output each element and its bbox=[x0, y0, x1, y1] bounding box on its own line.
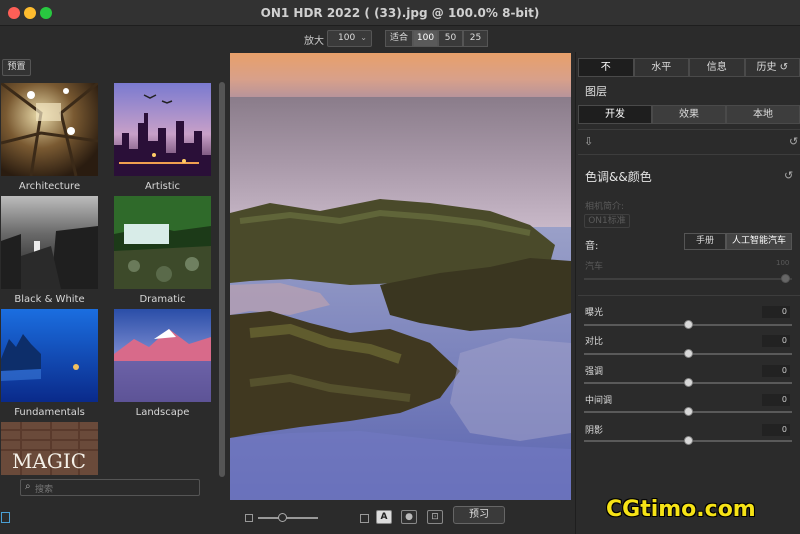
zoom-50-button[interactable]: 50 bbox=[438, 30, 463, 47]
auto-label: 汽车 bbox=[585, 262, 604, 272]
camera-profile-select[interactable]: ON1标准 bbox=[584, 214, 630, 228]
tab-local[interactable]: 本地 bbox=[726, 105, 800, 124]
zoom-out-icon[interactable] bbox=[245, 514, 253, 522]
midtones-label: 中间调 bbox=[585, 396, 613, 406]
magic-thumb-text: MAGIC bbox=[12, 449, 86, 473]
shadows-value[interactable]: 0 bbox=[762, 424, 790, 436]
preset-thumb-artistic[interactable] bbox=[114, 83, 211, 176]
auto-slider-track[interactable] bbox=[584, 278, 792, 280]
tab-level[interactable]: 水平 bbox=[633, 58, 689, 77]
tab-history[interactable]: 历史 ↺ bbox=[744, 58, 800, 77]
search-icon: ⌕ bbox=[25, 481, 31, 492]
tab-history-label: 历史 bbox=[756, 62, 777, 73]
tab-effects[interactable]: 效果 bbox=[652, 105, 726, 124]
preset-thumb-black-white[interactable] bbox=[1, 196, 98, 289]
zoom-25-button[interactable]: 25 bbox=[463, 30, 488, 47]
preset-thumb-magic[interactable]: MAGIC bbox=[1, 422, 98, 475]
manual-button[interactable]: 手册 bbox=[684, 233, 726, 250]
main-photo[interactable] bbox=[230, 53, 571, 500]
zoom-in-icon[interactable] bbox=[360, 514, 369, 523]
preset-thumb-landscape[interactable] bbox=[114, 309, 211, 402]
zoom-100-button[interactable]: 100 bbox=[413, 30, 438, 47]
section-reset-icon[interactable]: ↺ bbox=[784, 169, 793, 182]
preset-label: Fundamentals bbox=[14, 407, 85, 418]
zoom-select[interactable]: 100 ⌄ bbox=[327, 30, 372, 47]
search-placeholder: 搜索 bbox=[35, 485, 54, 495]
title-bar: ON1 HDR 2022 ( (33).jpg @ 100.0% 8-bit) bbox=[0, 0, 800, 26]
adjust-panel: 不 水平 信息 历史 ↺ 图层 开发 效果 本地 ⇩ ↺ 色调&&颜色 ↺ 相机… bbox=[575, 52, 800, 534]
text-overlay-button[interactable]: A bbox=[376, 510, 392, 524]
preset-label: Artistic bbox=[144, 181, 181, 192]
tab-info[interactable]: 信息 bbox=[689, 58, 745, 77]
chevron-down-icon: ⌄ bbox=[360, 33, 367, 42]
exposure-label: 曝光 bbox=[585, 308, 604, 318]
divider bbox=[578, 295, 800, 296]
preset-label: Architecture bbox=[18, 181, 81, 192]
compare-button[interactable]: ⊡ bbox=[427, 510, 443, 524]
exposure-slider-knob[interactable] bbox=[684, 320, 693, 329]
compare-icon: ⊡ bbox=[431, 512, 439, 522]
preset-panel: 预置 Architecture Artistic Black & White D… bbox=[0, 52, 228, 534]
reset-icon[interactable]: ↺ bbox=[789, 135, 798, 148]
tone-label: 音: bbox=[585, 241, 599, 252]
ai-auto-button[interactable]: 人工智能汽车 bbox=[726, 233, 792, 250]
develop-tabs: 开发 效果 本地 bbox=[578, 105, 800, 124]
presets-button[interactable]: 预置 bbox=[2, 59, 31, 76]
fit-button[interactable]: 适合 bbox=[385, 30, 413, 47]
auto-slider-knob[interactable] bbox=[781, 274, 790, 283]
divider bbox=[578, 154, 800, 155]
shadows-slider-knob[interactable] bbox=[684, 436, 693, 445]
mask-view-button[interactable]: ● bbox=[401, 510, 417, 524]
preset-label: Landscape bbox=[135, 407, 190, 418]
preset-search-input[interactable]: ⌕ 搜索 bbox=[20, 479, 200, 496]
zoom-label: 放大 bbox=[304, 36, 324, 47]
midtones-value[interactable]: 0 bbox=[762, 394, 790, 406]
watermark-text: CGtimo.com bbox=[606, 497, 756, 522]
zoom-value: 100 bbox=[338, 33, 356, 43]
layers-title: 图层 bbox=[585, 85, 607, 98]
zoom-slider-knob[interactable] bbox=[278, 513, 287, 522]
tab-none[interactable]: 不 bbox=[578, 58, 634, 77]
preset-label: Black & White bbox=[14, 294, 85, 305]
fit-group: 适合 100 50 25 bbox=[385, 30, 488, 47]
divider bbox=[578, 129, 800, 130]
shadows-label: 阴影 bbox=[585, 426, 604, 436]
circle-icon: ● bbox=[405, 512, 413, 522]
import-icon[interactable]: ⇩ bbox=[584, 135, 593, 148]
exposure-value[interactable]: 0 bbox=[762, 306, 790, 318]
panel-tabs: 不 水平 信息 历史 ↺ bbox=[578, 58, 800, 77]
section-title: 色调&&颜色 bbox=[585, 170, 652, 184]
view-toolbar: 放大 100 ⌄ 适合 100 50 25 bbox=[0, 26, 800, 52]
panel-toggle-icon[interactable] bbox=[1, 512, 10, 523]
camera-profile-label: 相机简介: bbox=[585, 202, 625, 212]
preset-thumb-architecture[interactable] bbox=[1, 83, 98, 176]
highlights-value[interactable]: 0 bbox=[762, 365, 790, 377]
tab-develop[interactable]: 开发 bbox=[578, 105, 652, 124]
undo-icon: ↺ bbox=[779, 62, 789, 73]
window-title: ON1 HDR 2022 ( (33).jpg @ 100.0% 8-bit) bbox=[260, 6, 540, 20]
preset-label: Dramatic bbox=[139, 294, 186, 305]
zoom-slider-track[interactable] bbox=[258, 517, 318, 519]
contrast-value[interactable]: 0 bbox=[762, 335, 790, 347]
highlights-slider-knob[interactable] bbox=[684, 378, 693, 387]
image-canvas: A ● ⊡ 预习 bbox=[228, 52, 573, 534]
preset-scrollbar[interactable] bbox=[219, 82, 225, 477]
midtones-slider-knob[interactable] bbox=[684, 407, 693, 416]
tone-mode-toggle: 手册 人工智能汽车 bbox=[684, 233, 792, 250]
auto-value: 100 bbox=[776, 259, 790, 267]
highlights-label: 强调 bbox=[585, 367, 604, 377]
contrast-label: 对比 bbox=[585, 337, 604, 347]
preset-thumb-fundamentals[interactable] bbox=[1, 309, 98, 402]
preview-button[interactable]: 预习 bbox=[453, 506, 505, 524]
contrast-slider-knob[interactable] bbox=[684, 349, 693, 358]
preset-thumb-dramatic[interactable] bbox=[114, 196, 211, 289]
